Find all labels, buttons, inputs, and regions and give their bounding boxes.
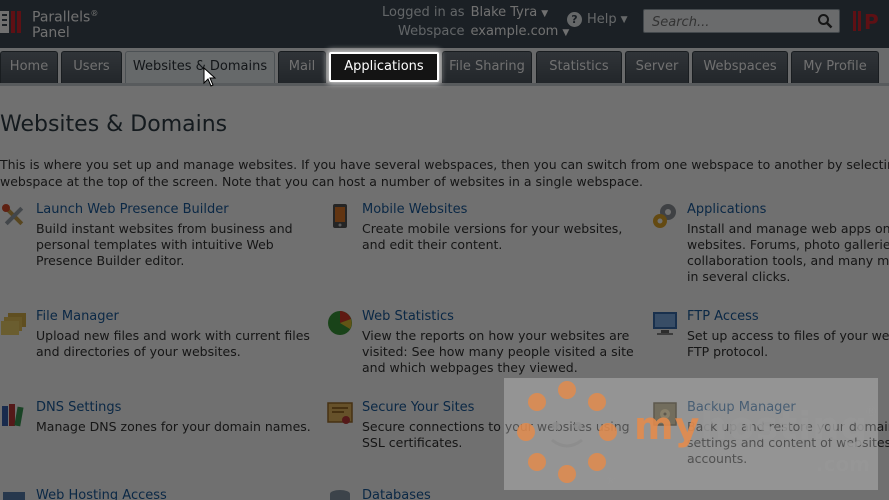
mouse-cursor-icon — [203, 67, 217, 87]
description-line: settings and content of websites a — [687, 435, 889, 450]
chevron-down-icon[interactable]: ▼ — [562, 28, 569, 38]
user-menu[interactable]: Blake Tyra — [471, 5, 538, 20]
tab-file-sharing[interactable]: File Sharing — [442, 51, 532, 83]
parallels-logo-icon — [0, 11, 21, 33]
feature-link[interactable]: Web Statistics — [362, 309, 454, 325]
tab-users[interactable]: Users — [61, 51, 122, 83]
description-line: FTP protocol. — [687, 344, 769, 359]
feature-link[interactable]: DNS Settings — [36, 400, 121, 416]
tab-statistics[interactable]: Statistics — [536, 51, 622, 83]
feature-description: Back up and restore your domains, settin… — [687, 419, 889, 467]
feature-description: Build instant websites from business and… — [36, 221, 316, 269]
tab-server[interactable]: Server — [625, 51, 689, 83]
gears-icon — [653, 204, 676, 228]
description-line: Secure connections to your websites usin… — [362, 419, 630, 434]
safe-icon — [653, 402, 677, 426]
intro-line: webspace at the top of the screen. Note … — [0, 174, 644, 189]
feature-link[interactable]: Mobile Websites — [362, 202, 467, 218]
feature-description: Install and manage web apps on yo websit… — [687, 221, 889, 285]
main-content: Websites & Domains This is where you set… — [0, 86, 889, 500]
feature-description: Set up access to files of your webs FTP … — [687, 328, 889, 360]
description-line: View the reports on how your websites ar… — [362, 328, 630, 343]
feature-link[interactable]: FTP Access — [687, 309, 759, 325]
feature-link[interactable]: Launch Web Presence Builder — [36, 202, 229, 218]
description-line: collaboration tools, and many mor — [687, 253, 889, 268]
feature-link[interactable]: File Manager — [36, 309, 119, 325]
tools-icon — [2, 204, 24, 226]
pie-chart-icon — [328, 311, 352, 335]
description-line: in several clicks. — [687, 269, 791, 284]
logo-line1: Parallels — [32, 9, 91, 26]
page-intro: This is where you set up and manage webs… — [0, 156, 889, 190]
feature-description: Manage DNS zones for your domain names. — [36, 419, 316, 435]
description-line: Back up and restore your domains, — [687, 419, 889, 434]
chevron-down-icon: ▼ — [620, 14, 628, 25]
description-line: Manage DNS zones for your domain names. — [36, 419, 311, 434]
mobile-phone-icon — [333, 204, 347, 228]
help-menu[interactable]: ? Help ▼ — [567, 12, 628, 27]
main-nav: Home Users Websites & Domains Mail Appli… — [0, 48, 889, 86]
logo-line2: Panel — [32, 24, 70, 41]
description-line: websites. Forums, photo galleries, — [687, 237, 889, 252]
help-label: Help — [587, 12, 617, 27]
description-line: personal templates with intuitive Web — [36, 237, 274, 252]
chevron-down-icon[interactable]: ▼ — [541, 9, 548, 19]
help-icon: ? — [567, 12, 582, 27]
description-line: accounts. — [687, 451, 748, 466]
brand-letter: P — [864, 10, 879, 34]
app-window: Parallels® Panel Logged in as Blake Tyra ▼… — [0, 0, 889, 500]
feature-link[interactable]: Backup Manager — [687, 400, 796, 416]
description-line: Create mobile versions for your websites… — [362, 221, 623, 236]
description-line: Upload new files and work with current f… — [36, 328, 310, 343]
page-title: Websites & Domains — [0, 112, 228, 137]
description-line: SSL certificates. — [362, 435, 463, 450]
database-icon — [330, 490, 350, 500]
folders-icon — [1, 313, 26, 335]
hosting-icon — [3, 492, 25, 500]
description-line: Install and manage web apps on yo — [687, 221, 889, 236]
description-line: Build instant websites from business and — [36, 221, 293, 236]
intro-line: This is where you set up and manage webs… — [0, 157, 889, 172]
tab-my-profile[interactable]: My Profile — [791, 51, 879, 83]
certificate-icon — [327, 402, 353, 424]
description-line: Set up access to files of your webs — [687, 328, 889, 343]
ftp-monitor-icon — [653, 312, 677, 335]
dns-books-icon — [2, 404, 24, 427]
feature-description: View the reports on how your websites ar… — [362, 328, 642, 376]
logo-reg: ® — [90, 9, 99, 18]
description-line: Presence Builder editor. — [36, 253, 185, 268]
description-line: visited: See how many people visited a s… — [362, 344, 634, 359]
description-line: and directories of your websites. — [36, 344, 241, 359]
webspace-label: Webspace — [398, 24, 465, 39]
feature-description: Create mobile versions for your websites… — [362, 221, 642, 253]
feature-description: Upload new files and work with current f… — [36, 328, 316, 360]
feature-link[interactable]: Databases — [362, 488, 431, 500]
top-bar: Parallels® Panel Logged in as Blake Tyra ▼… — [0, 0, 889, 48]
tab-applications-highlight[interactable]: Applications — [329, 52, 439, 82]
description-line: and which webpages they viewed. — [362, 360, 578, 375]
feature-link[interactable]: Applications — [687, 202, 766, 218]
tab-home[interactable]: Home — [0, 51, 58, 83]
feature-link[interactable]: Web Hosting Access — [36, 488, 167, 500]
search-box — [643, 9, 840, 33]
description-line: and edit their content. — [362, 237, 503, 252]
search-input[interactable] — [650, 12, 814, 32]
user-info: Logged in as Blake Tyra ▼ Webspace example.… — [382, 4, 569, 42]
search-icon[interactable] — [817, 13, 833, 29]
tab-mail[interactable]: Mail — [278, 51, 326, 83]
webspace-selector[interactable]: example.com — [470, 24, 558, 39]
logged-in-label: Logged in as — [382, 5, 465, 20]
tab-websites-domains[interactable]: Websites & Domains — [125, 51, 275, 83]
tab-webspaces[interactable]: Webspaces — [692, 51, 788, 83]
feature-link[interactable]: Secure Your Sites — [362, 400, 474, 416]
brand-logo-icon: P — [853, 10, 879, 34]
feature-description: Secure connections to your websites usin… — [362, 419, 642, 451]
product-name[interactable]: Parallels® Panel — [32, 6, 98, 41]
